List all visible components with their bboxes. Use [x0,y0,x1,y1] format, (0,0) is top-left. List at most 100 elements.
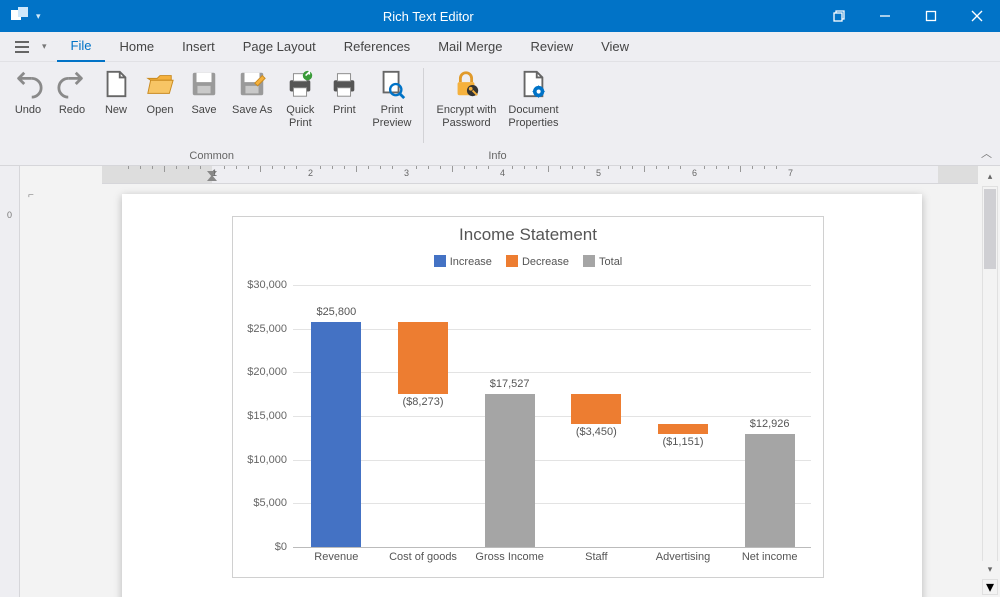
y-tick-label: $10,000 [247,454,287,466]
doc-props-icon [517,68,549,100]
button-label: Print [333,104,356,130]
new-icon [100,68,132,100]
vertical-scrollbar[interactable] [982,186,998,577]
vertical-ruler: 0 [0,166,20,597]
y-tick-label: $30,000 [247,279,287,291]
chart-title: Income Statement [233,217,823,245]
ribbon-group-info: Encrypt withPasswordDocumentProperties I… [424,62,570,165]
menu-item-page-layout[interactable]: Page Layout [229,32,330,62]
bar-data-label: ($3,450) [576,426,617,438]
close-button[interactable] [954,0,1000,32]
legend-entry: Decrease [506,255,569,268]
quick-print-icon [284,68,316,100]
menu-item-file[interactable]: File [57,32,106,62]
ribbon-group-common: Undo Redo New Open SaveSave As QuickPrint Prin… [0,62,423,165]
y-tick-label: $20,000 [247,366,287,378]
horizontal-ruler[interactable]: 1234567 [102,166,978,184]
print-preview-button[interactable]: PrintPreview [366,66,417,146]
legend-swatch-icon [434,255,446,267]
page-corner-mark: ⌐ [28,190,34,201]
x-tick-label: Revenue [314,551,358,563]
legend-entry: Increase [434,255,492,268]
ribbon-group-label: Info [424,150,570,165]
doc-props-button[interactable]: DocumentProperties [502,66,564,146]
scroll-up-button[interactable]: ▴ [982,168,998,184]
gridline [293,416,811,417]
menu-item-review[interactable]: Review [516,32,587,62]
titlebar: ▾ Rich Text Editor [0,0,1000,32]
restore-down-alt-icon[interactable] [816,0,862,32]
button-label: Open [147,104,174,130]
save-button[interactable]: Save [182,66,226,146]
menu-item-view[interactable]: View [587,32,643,62]
legend-swatch-icon [583,255,595,267]
vruler-tick: 0 [0,210,19,220]
app-menu-icon[interactable] [8,35,36,59]
redo-icon [56,68,88,100]
button-label: Undo [15,104,41,130]
x-tick-label: Advertising [656,551,710,563]
button-label: PrintPreview [372,104,411,130]
bar-data-label: $17,527 [490,378,530,390]
gridline [293,372,811,373]
gridline [293,460,811,461]
print-button[interactable]: Print [322,66,366,146]
maximize-button[interactable] [908,0,954,32]
ruler-number: 7 [788,168,793,178]
ruler-number: 3 [404,168,409,178]
bar-data-label: ($1,151) [663,436,704,448]
ruler-number: 2 [308,168,313,178]
x-tick-label: Cost of goods [389,551,457,563]
print-preview-icon [376,68,408,100]
redo-button[interactable]: Redo [50,66,94,146]
ribbon-group-label: Common [0,150,423,165]
quick-print-button[interactable]: QuickPrint [278,66,322,146]
undo-button[interactable]: Undo [6,66,50,146]
minimize-button[interactable] [862,0,908,32]
chart-bar [311,322,361,547]
encrypt-icon [450,68,482,100]
button-label: QuickPrint [286,104,314,130]
x-tick-label: Gross Income [475,551,543,563]
button-label: Encrypt withPassword [436,104,496,130]
new-button[interactable]: New [94,66,138,146]
document-page[interactable]: Income Statement Increase Decrease Total $… [122,194,922,597]
y-tick-label: $15,000 [247,410,287,422]
chart-bar [658,424,708,434]
save-as-button[interactable]: Save As [226,66,278,146]
menu-item-mail-merge[interactable]: Mail Merge [424,32,516,62]
chart-legend: Increase Decrease Total [233,255,823,268]
chart[interactable]: Income Statement Increase Decrease Total $… [232,216,824,578]
scrollbar-thumb[interactable] [984,189,996,269]
legend-swatch-icon [506,255,518,267]
ruler-number: 5 [596,168,601,178]
chart-plot-area: $0$5,000$10,000$15,000$20,000$25,000$30,… [293,285,811,545]
workspace: 0 ⌐ 1234567 ▴ ▾ ▾ Income Statement Incre… [0,166,1000,597]
y-tick-label: $0 [275,541,287,553]
gridline [293,503,811,504]
menu-item-home[interactable]: Home [105,32,168,62]
legend-entry: Total [583,255,622,268]
window-title: Rich Text Editor [41,9,816,24]
gridline [293,547,811,548]
encrypt-button[interactable]: Encrypt withPassword [430,66,502,146]
app-icon [10,6,30,26]
menu-item-references[interactable]: References [330,32,424,62]
chart-bar [398,322,448,394]
button-label: Redo [59,104,85,130]
open-icon [144,68,176,100]
scroll-down-button[interactable]: ▾ [982,561,998,577]
ribbon-collapse-icon[interactable]: ︿ [981,145,992,161]
button-label: New [105,104,127,130]
ribbon: Undo Redo New Open SaveSave As QuickPrint Prin… [0,62,1000,166]
chart-bar [571,394,621,424]
gridline [293,285,811,286]
save-as-icon [236,68,268,100]
save-icon [188,68,220,100]
open-button[interactable]: Open [138,66,182,146]
menu-item-insert[interactable]: Insert [168,32,229,62]
button-label: Save As [232,104,272,130]
bar-data-label: ($8,273) [403,396,444,408]
app-menu-dropdown-icon[interactable]: ▾ [42,41,47,52]
print-icon [328,68,360,100]
